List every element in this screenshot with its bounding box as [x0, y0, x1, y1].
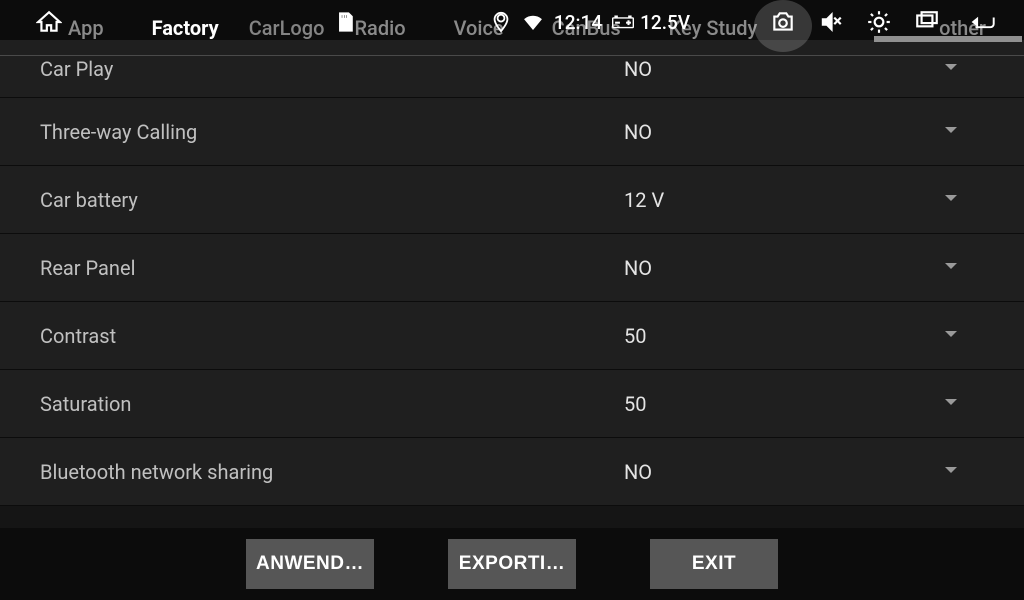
setting-value: NO — [624, 120, 652, 144]
setting-label: Three-way Calling — [40, 120, 197, 144]
setting-row-rearpanel[interactable]: Rear Panel NO — [0, 234, 1024, 302]
setting-value: NO — [624, 460, 652, 484]
export-button[interactable]: EXPORTI… — [448, 539, 576, 589]
tab-factory[interactable]: Factory — [128, 0, 243, 57]
back-gesture-bar — [874, 36, 1022, 42]
setting-value: NO — [624, 256, 652, 280]
setting-value: NO — [624, 57, 652, 81]
apply-button[interactable]: ANWEND… — [246, 539, 374, 589]
chevron-down-icon — [942, 256, 960, 280]
setting-label: Car Play — [40, 57, 113, 81]
setting-row-contrast[interactable]: Contrast 50 — [0, 302, 1024, 370]
setting-label: Rear Panel — [40, 256, 135, 280]
chevron-down-icon — [942, 120, 960, 144]
sd-card-icon — [334, 11, 356, 33]
setting-value: 50 — [624, 392, 646, 416]
recent-apps-icon[interactable] — [914, 9, 940, 35]
settings-list[interactable]: Car Play NO Three-way Calling NO Car bat… — [0, 40, 1024, 528]
wifi-icon — [522, 11, 544, 33]
setting-value: 50 — [624, 324, 646, 348]
clock-text: 12:14 — [554, 11, 602, 34]
setting-row-saturation[interactable]: Saturation 50 — [0, 370, 1024, 438]
setting-label: Saturation — [40, 392, 131, 416]
chevron-down-icon — [942, 392, 960, 416]
voltage-text: 12.5V — [640, 11, 690, 34]
car-battery-icon — [612, 11, 634, 33]
setting-label: Car battery — [40, 188, 138, 212]
setting-row-carbattery[interactable]: Car battery 12 V — [0, 166, 1024, 234]
location-icon — [490, 11, 512, 33]
home-icon[interactable] — [36, 9, 62, 35]
setting-row-threeway[interactable]: Three-way Calling NO — [0, 98, 1024, 166]
setting-label: Contrast — [40, 324, 116, 348]
tab-voice[interactable]: Voice — [430, 0, 528, 57]
chevron-down-icon — [942, 188, 960, 212]
chevron-down-icon — [942, 57, 960, 81]
exit-button[interactable]: EXIT — [650, 539, 778, 589]
setting-value: 12 V — [624, 188, 664, 212]
chevron-down-icon — [942, 324, 960, 348]
brightness-toggle-icon[interactable] — [866, 9, 892, 35]
setting-label: Bluetooth network sharing — [40, 460, 273, 484]
screenshot-icon[interactable] — [770, 9, 796, 35]
setting-row-btshare[interactable]: Bluetooth network sharing NO — [0, 438, 1024, 506]
back-icon[interactable] — [962, 9, 1002, 35]
tab-carlogo[interactable]: CarLogo — [243, 0, 331, 57]
chevron-down-icon — [942, 460, 960, 484]
volume-mute-icon[interactable] — [818, 9, 844, 35]
tab-app[interactable]: App — [12, 0, 128, 57]
footer-button-bar: ANWEND… EXPORTI… EXIT — [0, 528, 1024, 600]
